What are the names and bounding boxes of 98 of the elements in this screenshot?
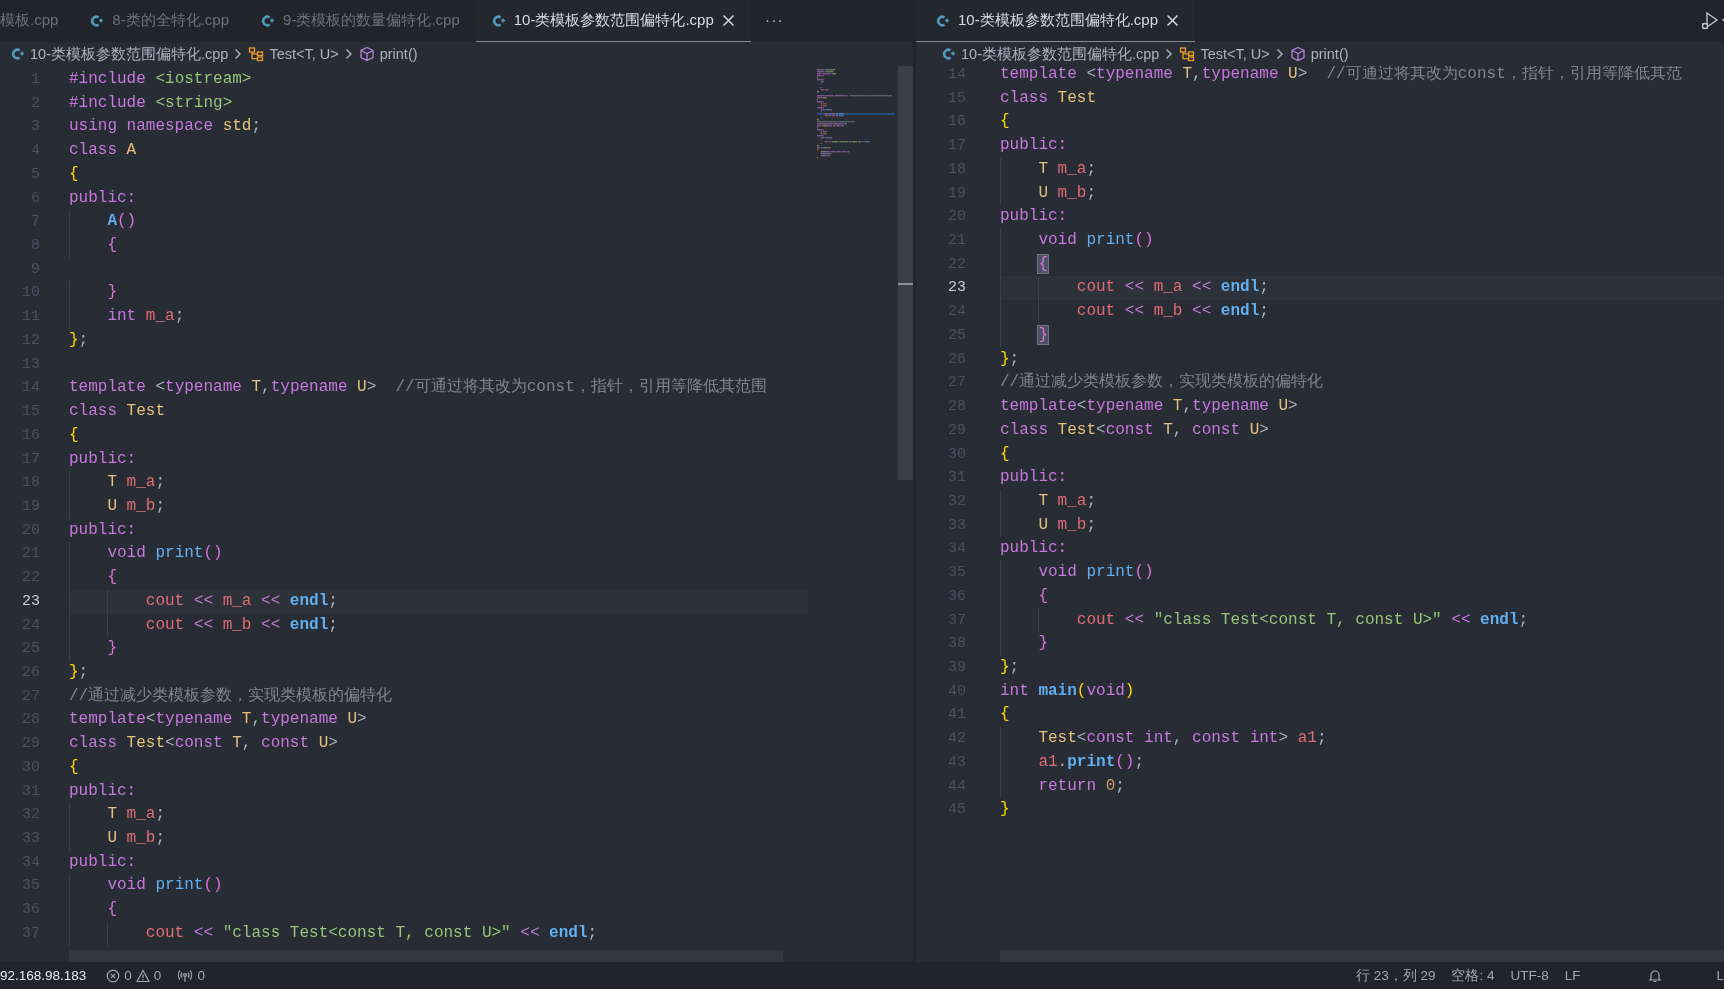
code-line: U m_b; [106, 496, 166, 515]
code-line: class Test [69, 402, 165, 421]
code-line: Test<const int, const int> a1; [1037, 729, 1327, 748]
code-line: class Test<const T, const U> [1000, 420, 1269, 439]
code-line: T m_a; [106, 805, 166, 824]
breadcrumb-item[interactable]: print() [1289, 46, 1349, 62]
code-line: return 0; [1037, 776, 1125, 795]
code-line: using namespace std; [69, 117, 262, 136]
code-line: } [106, 283, 117, 302]
cpp-file-icon [11, 47, 25, 61]
scrollbar-thumb[interactable] [898, 66, 913, 480]
problems-button[interactable]: 0 0 [98, 968, 170, 983]
code-line: public: [1000, 468, 1068, 487]
close-icon[interactable] [1166, 14, 1180, 27]
code-line: { [69, 757, 79, 776]
code-line: template <typename T,typename U> //可通过将其改为const，指针，引用等降低其范围 [69, 378, 767, 397]
code-line: } [106, 639, 117, 658]
code-line: cout << m_a << endl; [144, 591, 338, 610]
code-line: { [106, 900, 117, 919]
code-line: A() [106, 212, 137, 231]
code-line: }; [1000, 349, 1020, 368]
code-line: cout << "class Test<const T, const U>" << endl; [1075, 610, 1529, 629]
cube-icon [1289, 46, 1306, 62]
minimap[interactable] [817, 69, 895, 161]
code-line: } [1000, 800, 1010, 819]
code-line: class A [69, 141, 137, 160]
breadcrumb-item[interactable]: print() [358, 46, 418, 62]
code-line: public: [69, 520, 137, 539]
code-line: public: [69, 852, 137, 871]
code-line: public: [1000, 539, 1068, 558]
code-line: #include <iostream> [69, 70, 252, 88]
code-line: int m_a; [106, 307, 185, 326]
code-line: U m_b; [1037, 183, 1097, 202]
code-line: void print() [106, 876, 223, 895]
warning-icon [135, 968, 150, 983]
code-line: void print() [106, 544, 223, 563]
code-line: U m_b; [1037, 515, 1097, 534]
code-line: { [1000, 705, 1010, 724]
close-icon[interactable] [721, 14, 735, 27]
code-line: T m_a; [1037, 491, 1097, 510]
remote-host[interactable]: 92.168.98.183 [0, 968, 87, 983]
broadcast-icon [177, 968, 194, 983]
code-line: cout << m_b << endl; [1075, 302, 1269, 321]
code-line: class Test [1000, 88, 1096, 107]
code-line: { [1037, 586, 1048, 605]
code-line: public: [69, 188, 137, 207]
code-line: void print() [1037, 231, 1154, 250]
bell-icon[interactable] [1648, 968, 1663, 983]
code-line: { [69, 425, 79, 444]
code-line: template<typename T,typename U> [69, 710, 367, 729]
run-debug-icon[interactable] [1700, 11, 1720, 31]
code-line: cout << "class Test<const T, const U>" << endl; [144, 923, 598, 942]
chevron-right-icon [1274, 47, 1285, 61]
breadcrumb-item[interactable]: Test<T, U> [248, 46, 339, 62]
code-line: public: [1000, 136, 1068, 155]
code-line: //通过减少类模板参数，实现类模板的偏特化 [1000, 373, 1324, 392]
breadcrumb-item[interactable]: Test<T, U> [1179, 46, 1270, 62]
chevron-right-icon [343, 47, 354, 61]
error-icon [106, 968, 121, 983]
cpp-file-icon [942, 47, 956, 61]
code-line: } [1037, 634, 1048, 653]
indentation[interactable]: 空格: 4 [1443, 966, 1503, 985]
code-line: { [106, 236, 117, 255]
encoding[interactable]: UTF-8 [1502, 968, 1557, 983]
class-icon [248, 46, 265, 62]
code-line: a1.print(); [1037, 752, 1145, 771]
line-number: 23 [947, 278, 967, 299]
cube-icon [358, 46, 375, 62]
code-line: cout << m_b << endl; [144, 615, 338, 634]
code-line: { [1000, 112, 1010, 131]
code-line: T m_a; [1037, 159, 1097, 178]
class-icon [1179, 46, 1196, 62]
code-line: public: [69, 449, 137, 468]
code-line: { [1000, 444, 1010, 463]
more-actions-button[interactable]: ··· [754, 0, 794, 42]
ports-button[interactable]: 0 [169, 968, 213, 983]
code-line: #include <string> [69, 93, 233, 112]
breadcrumb-item[interactable]: 10-类模板参数范围偏特化.cpp [11, 44, 229, 64]
breadcrumb-item[interactable]: 10-类模板参数范围偏特化.cpp [942, 44, 1160, 64]
code-line: public: [1000, 207, 1068, 226]
code-line: template<typename T,typename U> [1000, 397, 1298, 416]
code-line: }; [69, 330, 89, 349]
code-line: U m_b; [106, 829, 166, 847]
code-line: }; [1000, 657, 1020, 676]
code-line: { [106, 568, 117, 587]
code-line: //通过减少类模板参数，实现类模板的偏特化 [69, 686, 393, 705]
code-line: { [69, 164, 79, 183]
line-ending[interactable]: LF [1556, 968, 1589, 983]
code-line: }; [69, 662, 89, 681]
code-line: void print() [1037, 563, 1154, 582]
status-item[interactable]: L [1708, 968, 1724, 983]
line-number: 23 [21, 591, 41, 612]
code-line: public: [69, 781, 137, 800]
cursor-position[interactable]: 行 23，列 29 [1347, 966, 1444, 985]
code-line: cout << m_a << endl; [1075, 278, 1269, 297]
code-line: class Test<const T, const U> [69, 734, 338, 753]
code-line: T m_a; [106, 473, 166, 492]
code-line: int main(void) [1000, 681, 1135, 700]
